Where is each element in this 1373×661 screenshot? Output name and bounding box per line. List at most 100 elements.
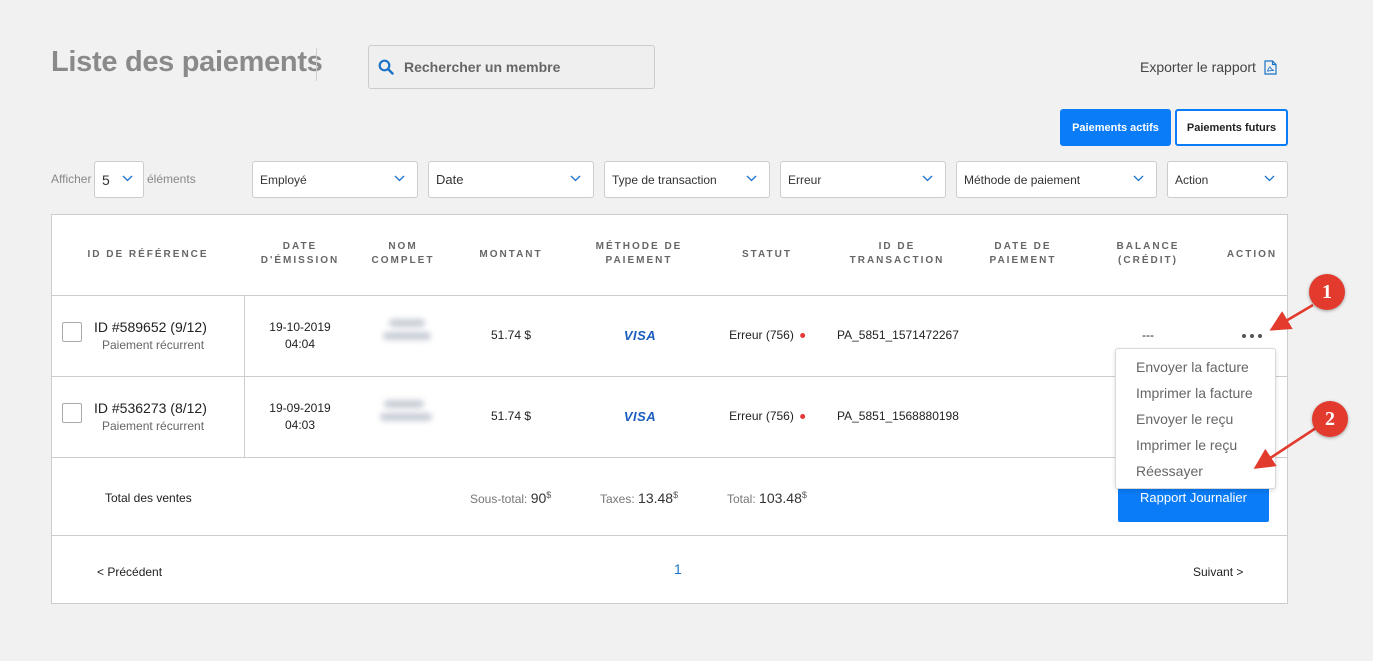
filter-transaction-type[interactable]: Type de transaction [604,161,770,198]
row-checkbox[interactable] [62,403,82,423]
filter-payment-method[interactable]: Méthode de paiement [956,161,1157,198]
filter-label: Date [436,172,464,187]
col-header-payment-date: DATE DE PAIEMENT [990,240,1057,268]
member-search[interactable] [368,45,655,89]
chevron-down-icon [570,175,581,182]
row-divider [51,295,1288,296]
chevron-down-icon [922,175,933,182]
total-sales-label: Total des ventes [105,491,192,505]
more-actions-icon[interactable] [1242,330,1266,342]
col-header-amount: MONTANT [479,249,543,260]
subtotal-label: Sous-total: [470,492,528,506]
emission-date-time: 04:03 [284,418,316,432]
blurred-full-name [383,314,433,352]
col-header-line: (CRÉDIT) [1118,255,1178,266]
filter-error[interactable]: Erreur [780,161,946,198]
col-header-payment-method: MÉTHODE DE PAIEMENT [596,240,683,268]
row-divider [51,535,1288,536]
filter-date[interactable]: Date [428,161,594,198]
visa-logo: VISA [623,409,657,424]
col-header-action: ACTION [1226,249,1278,260]
currency-symbol: $ [673,490,679,500]
row-divider [51,457,1288,458]
col-header-line: PAIEMENT [605,255,673,266]
subtotal: Sous-total: 90$ [470,490,551,506]
grand-total: Total: 103.48$ [727,490,807,506]
filter-action[interactable]: Action [1167,161,1288,198]
blurred-full-name [380,395,432,433]
col-header-line: D'ÉMISSION [260,255,340,266]
chevron-down-icon [1133,175,1144,182]
search-input[interactable] [404,59,644,75]
chevron-down-icon [122,175,133,182]
column-divider [244,296,245,457]
show-suffix: éléments [147,172,196,186]
menu-item-send-receipt[interactable]: Envoyer le reçu [1116,409,1275,435]
filter-label: Employé [260,172,307,187]
row-checkbox[interactable] [62,322,82,342]
col-header-line: DATE [282,241,318,252]
error-dot-icon [799,333,805,339]
transaction-id: PA_5851_1571472267 [837,328,959,342]
menu-item-print-invoice[interactable]: Imprimer la facture [1116,383,1275,409]
reference-type: Paiement récurrent [102,338,205,352]
taxes: Taxes: 13.48$ [600,490,678,506]
page-size-select[interactable]: 5 [94,161,144,198]
status: Erreur (756) [729,327,805,344]
next-page-link[interactable]: Suivant > [1193,565,1243,579]
reference-type: Paiement récurrent [102,419,205,433]
col-header-line: MÉTHODE DE [595,241,683,252]
annotation-badge-2: 2 [1312,401,1348,437]
emission-date-day: 19-09-2019 [269,401,331,415]
menu-item-send-invoice[interactable]: Envoyer la facture [1116,357,1275,383]
page-number[interactable]: 1 [674,561,682,577]
total-value: 103.48 [759,490,802,506]
col-header-line: DATE DE [994,241,1052,252]
amount: 51.74 $ [490,409,532,423]
filter-label: Erreur [788,172,822,187]
filter-employee[interactable]: Employé [252,161,418,198]
pdf-file-icon [1264,59,1277,75]
visa-logo: VISA [623,328,657,343]
previous-page-link[interactable]: < Précédent [97,565,162,579]
emission-date-time: 04:04 [284,337,316,351]
export-report-label: Exporter le rapport [1140,59,1256,75]
annotation-badge-1: 1 [1309,274,1345,310]
action-menu: Envoyer la facture Imprimer la facture E… [1115,348,1276,489]
emission-date-day: 19-10-2019 [269,320,331,334]
col-header-line: PAIEMENT [989,255,1057,266]
emission-date: 19-10-2019 04:04 [269,319,330,353]
status: Erreur (756) [729,408,805,425]
col-header-transaction-id: ID DE TRANSACTION [850,240,945,268]
emission-date: 19-09-2019 04:03 [269,400,330,434]
col-header-emission-date: DATE D'ÉMISSION [261,240,340,268]
chevron-down-icon [394,175,405,182]
filter-label: Méthode de paiement [964,172,1081,187]
subtotal-value: 90 [530,490,547,506]
col-header-line: ID DE [878,241,916,252]
tab-active-payments[interactable]: Paiements actifs [1060,109,1171,146]
title-divider [316,48,317,81]
export-report-link[interactable]: Exporter le rapport [1140,59,1277,75]
search-icon [378,59,394,75]
tab-future-payments[interactable]: Paiements futurs [1175,109,1288,146]
col-header-line: BALANCE [1116,241,1180,252]
error-dot-icon [799,414,805,420]
col-header-line: COMPLET [371,255,435,266]
show-label: Afficher [51,172,92,186]
col-header-full-name: NOM COMPLET [372,240,435,268]
total-label: Total: [727,492,756,506]
payments-table [51,214,1288,604]
menu-item-retry[interactable]: Réessayer [1116,461,1275,487]
col-header-status: STATUT [742,249,792,260]
reference-id: ID #589652 (9/12) [94,319,207,335]
transaction-id: PA_5851_1568880198 [837,409,959,423]
row-divider [51,376,1288,377]
col-header-line: NOM [388,241,418,252]
currency-symbol: $ [546,490,552,500]
page-title: Liste des paiements [51,46,323,78]
status-text: Erreur (756) [729,328,794,342]
page-size-value: 5 [102,171,110,188]
filter-label: Action [1175,172,1209,187]
menu-item-print-receipt[interactable]: Imprimer le reçu [1116,435,1275,461]
